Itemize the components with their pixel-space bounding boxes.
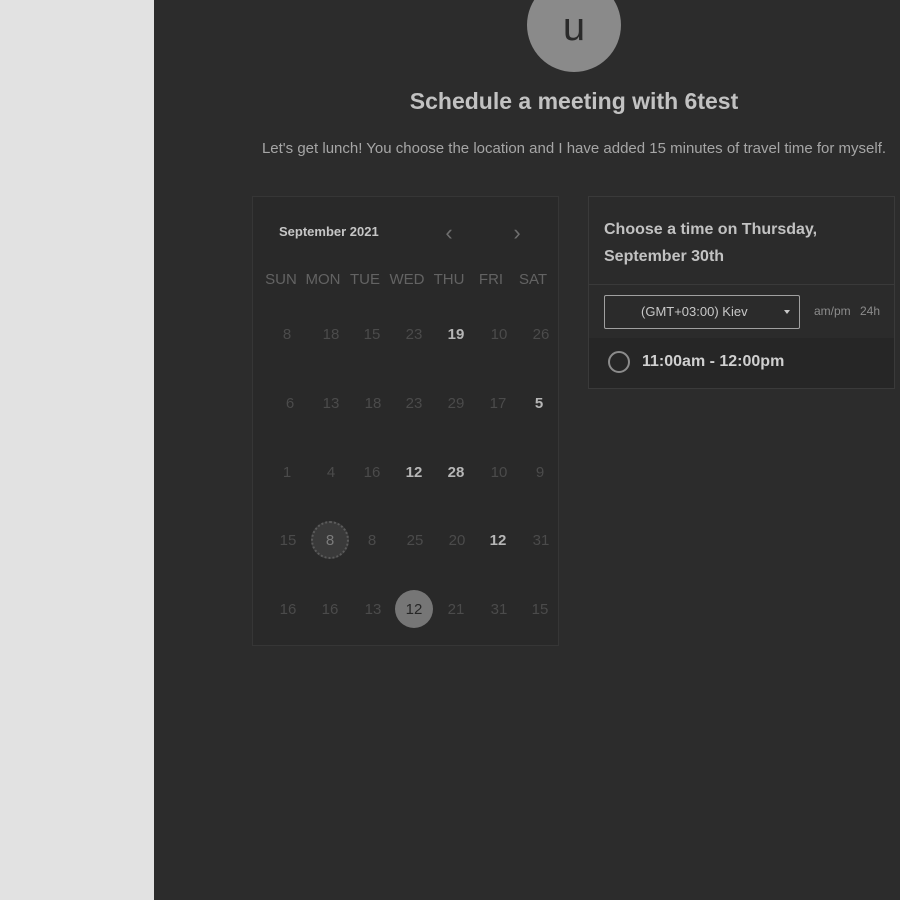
time-slot-label: 11:00am - 12:00pm — [642, 353, 785, 370]
calendar-day: 15 — [363, 325, 381, 343]
calendar-day: 29 — [447, 394, 465, 412]
avatar: u — [527, 0, 621, 72]
radio-icon[interactable] — [608, 351, 630, 373]
calendar-day: 31 — [490, 600, 508, 618]
calendar-day: 17 — [489, 394, 507, 412]
page-subtitle: Let's get lunch! You choose the location… — [261, 140, 887, 157]
calendar-day: 18 — [322, 325, 340, 343]
calendar-day: 15 — [531, 600, 549, 618]
calendar-day: 20 — [448, 531, 466, 549]
calendar-day: 16 — [363, 463, 381, 481]
calendar-day: 21 — [447, 600, 465, 618]
avatar-letter: u — [562, 5, 586, 49]
format-ampm-toggle[interactable]: am/pm — [814, 304, 851, 318]
calendar-day-available[interactable]: 5 — [520, 384, 558, 422]
calendar-day: 16 — [321, 600, 339, 618]
timezone-value: (GMT+03:00) Kiev — [641, 304, 748, 319]
calendar-day: 23 — [405, 325, 423, 343]
time-slot[interactable]: 11:00am - 12:00pm — [589, 338, 894, 388]
chevron-right-icon[interactable]: › — [507, 219, 527, 247]
calendar-day: 10 — [490, 325, 508, 343]
calendar-month-label: September 2021 — [279, 224, 379, 239]
calendar-day: 13 — [322, 394, 340, 412]
weekday-sat: SAT — [518, 271, 548, 288]
calendar: September 2021 ‹ › SUN MON TUE WED THU F… — [252, 196, 559, 646]
calendar-day: 26 — [532, 325, 550, 343]
time-panel-heading: Choose a time on Thursday, September 30t… — [604, 221, 818, 265]
weekday-fri: FRI — [478, 271, 504, 288]
calendar-day: 16 — [279, 600, 297, 618]
calendar-day: 18 — [364, 394, 382, 412]
calendar-day: 10 — [490, 463, 508, 481]
calendar-day: 4 — [326, 463, 336, 481]
calendar-day: 15 — [279, 531, 297, 549]
scheduler-page: u Schedule a meeting with 6test Let's ge… — [154, 0, 900, 900]
calendar-day: 8 — [282, 325, 292, 343]
caret-down-icon — [784, 310, 790, 314]
calendar-day: 25 — [406, 531, 424, 549]
weekday-mon: MON — [305, 271, 341, 288]
weekday-sun: SUN — [265, 271, 297, 288]
left-gutter — [0, 0, 154, 900]
calendar-day-available[interactable]: 28 — [437, 453, 475, 491]
calendar-day-selected[interactable]: 12 — [395, 590, 433, 628]
calendar-day: 8 — [367, 531, 377, 549]
time-panel: Choose a time on Thursday, September 30t… — [588, 196, 895, 389]
chevron-left-icon[interactable]: ‹ — [439, 219, 459, 247]
divider — [589, 284, 894, 285]
calendar-day: 13 — [364, 600, 382, 618]
calendar-day: 31 — [532, 531, 550, 549]
calendar-day-available[interactable]: 19 — [437, 315, 475, 353]
weekday-thu: THU — [433, 271, 465, 288]
calendar-day: 6 — [285, 394, 295, 412]
format-24h-toggle[interactable]: 24h — [860, 304, 880, 318]
weekday-wed: WED — [389, 271, 425, 288]
calendar-day: 1 — [282, 463, 292, 481]
calendar-day-available[interactable]: 12 — [479, 521, 517, 559]
calendar-day: 9 — [535, 463, 545, 481]
weekday-tue: TUE — [350, 271, 380, 288]
page-title: Schedule a meeting with 6test — [409, 88, 739, 114]
calendar-day-available[interactable]: 12 — [395, 453, 433, 491]
timezone-select[interactable]: (GMT+03:00) Kiev — [604, 295, 800, 329]
calendar-day-today[interactable]: 8 — [311, 521, 349, 559]
calendar-day: 23 — [405, 394, 423, 412]
